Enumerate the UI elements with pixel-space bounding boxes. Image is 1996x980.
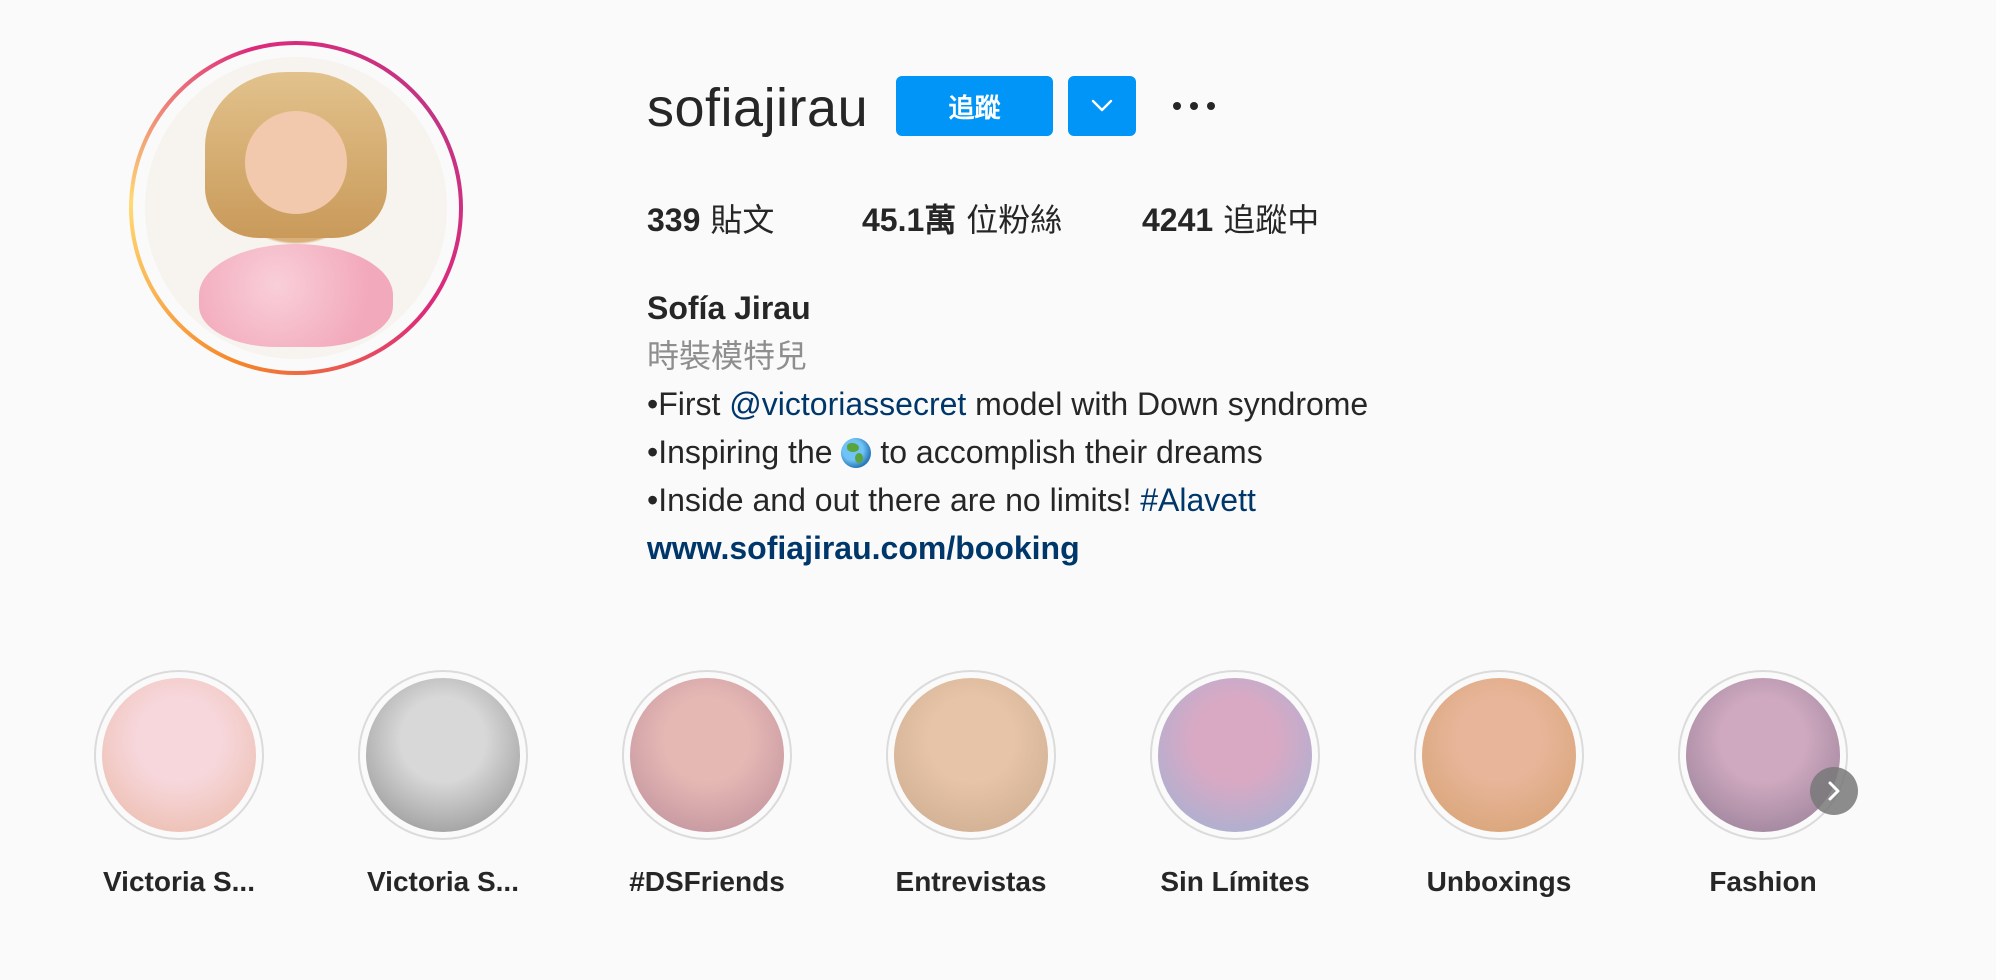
bio-line-1-prefix: •First bbox=[647, 386, 730, 422]
avatar-face-shape bbox=[244, 111, 348, 215]
highlight-item[interactable]: #DSFriends bbox=[620, 670, 794, 898]
bio-line-2-prefix: •Inspiring the bbox=[647, 434, 842, 470]
bio-line-3: •Inside and out there are no limits! #Al… bbox=[647, 476, 1368, 524]
highlight-cover-ring bbox=[622, 670, 792, 840]
bio-line-2-suffix: to accomplish their dreams bbox=[871, 434, 1263, 470]
highlight-item[interactable]: Victoria S... bbox=[92, 670, 266, 898]
highlight-label: Sin Límites bbox=[1160, 866, 1310, 897]
followers-count: 45.1萬 bbox=[862, 202, 957, 238]
bio-line-3-prefix: •Inside and out there are no limits! bbox=[647, 482, 1141, 518]
follow-button[interactable]: 追蹤 bbox=[896, 76, 1053, 136]
bio-line-1: •First @victoriassecret model with Down … bbox=[647, 380, 1368, 428]
highlight-cover-ring bbox=[1678, 670, 1848, 840]
stat-posts[interactable]: 339 貼文 bbox=[647, 195, 862, 241]
highlights-next-button[interactable] bbox=[1810, 767, 1858, 815]
highlight-item[interactable]: Sin Límites bbox=[1148, 670, 1322, 898]
chevron-right-icon bbox=[1828, 781, 1840, 801]
more-options-button[interactable] bbox=[1166, 86, 1222, 126]
highlight-label: #DSFriends bbox=[629, 866, 785, 897]
highlight-item[interactable]: Unboxings bbox=[1412, 670, 1586, 898]
highlight-label: Entrevistas bbox=[895, 866, 1047, 897]
profile-stats: 339 貼文 45.1萬 位粉絲 4241 追蹤中 bbox=[647, 195, 1319, 241]
profile-full-name: Sofía Jirau bbox=[647, 290, 811, 326]
website-link[interactable]: www.sofiajirau.com/booking bbox=[647, 524, 1368, 572]
profile-page: sofiajirau 追蹤 339 貼文 45.1萬 位粉絲 4241 追蹤中 … bbox=[0, 0, 1996, 980]
avatar-photo bbox=[145, 57, 447, 359]
highlight-cover-ring bbox=[1414, 670, 1584, 840]
followers-label: 位粉絲 bbox=[966, 201, 1063, 239]
highlight-cover-image bbox=[630, 678, 784, 832]
highlight-cover-ring bbox=[94, 670, 264, 840]
highlight-cover-ring bbox=[358, 670, 528, 840]
highlight-cover-image bbox=[102, 678, 256, 832]
highlight-label: Unboxings bbox=[1426, 866, 1572, 897]
highlight-cover-image bbox=[1158, 678, 1312, 832]
highlight-label: Victoria S... bbox=[367, 866, 519, 897]
bio-line-1-suffix: model with Down syndrome bbox=[966, 386, 1369, 422]
profile-username: sofiajirau bbox=[647, 78, 869, 138]
highlight-cover-image bbox=[1422, 678, 1576, 832]
highlight-label: Fashion bbox=[1709, 866, 1817, 897]
profile-category: 時裝模特兒 bbox=[647, 337, 808, 375]
highlight-cover-image bbox=[1686, 678, 1840, 832]
bio-line-2: •Inspiring the to accomplish their dream… bbox=[647, 428, 1368, 476]
highlight-cover-ring bbox=[886, 670, 1056, 840]
ellipsis-icon bbox=[1173, 102, 1215, 110]
avatar-fur-shape bbox=[199, 244, 393, 347]
mention-link[interactable]: @victoriassecret bbox=[729, 386, 966, 422]
story-highlights: Victoria S... Victoria S... #DSFriends E… bbox=[92, 670, 1912, 910]
highlight-item[interactable]: Victoria S... bbox=[356, 670, 530, 898]
highlight-cover-image bbox=[366, 678, 520, 832]
posts-label: 貼文 bbox=[710, 201, 775, 239]
highlight-cover-image bbox=[894, 678, 1048, 832]
posts-count: 339 bbox=[647, 202, 701, 238]
following-count: 4241 bbox=[1142, 202, 1214, 238]
highlight-cover-ring bbox=[1150, 670, 1320, 840]
profile-avatar[interactable] bbox=[129, 41, 463, 375]
profile-bio: Sofía Jirau 時裝模特兒 •First @victoriassecre… bbox=[647, 284, 1368, 572]
stat-followers[interactable]: 45.1萬 位粉絲 bbox=[862, 195, 1142, 241]
avatar-frame bbox=[133, 45, 459, 371]
highlight-label: Victoria S... bbox=[103, 866, 255, 897]
highlight-item[interactable]: Entrevistas bbox=[884, 670, 1058, 898]
hashtag-link[interactable]: #Alavett bbox=[1140, 482, 1256, 518]
suggested-accounts-button[interactable] bbox=[1068, 76, 1136, 136]
globe-emoji-icon bbox=[841, 438, 872, 468]
stat-following[interactable]: 4241 追蹤中 bbox=[1142, 195, 1319, 241]
chevron-down-icon bbox=[1091, 99, 1113, 112]
following-label: 追蹤中 bbox=[1223, 201, 1320, 239]
